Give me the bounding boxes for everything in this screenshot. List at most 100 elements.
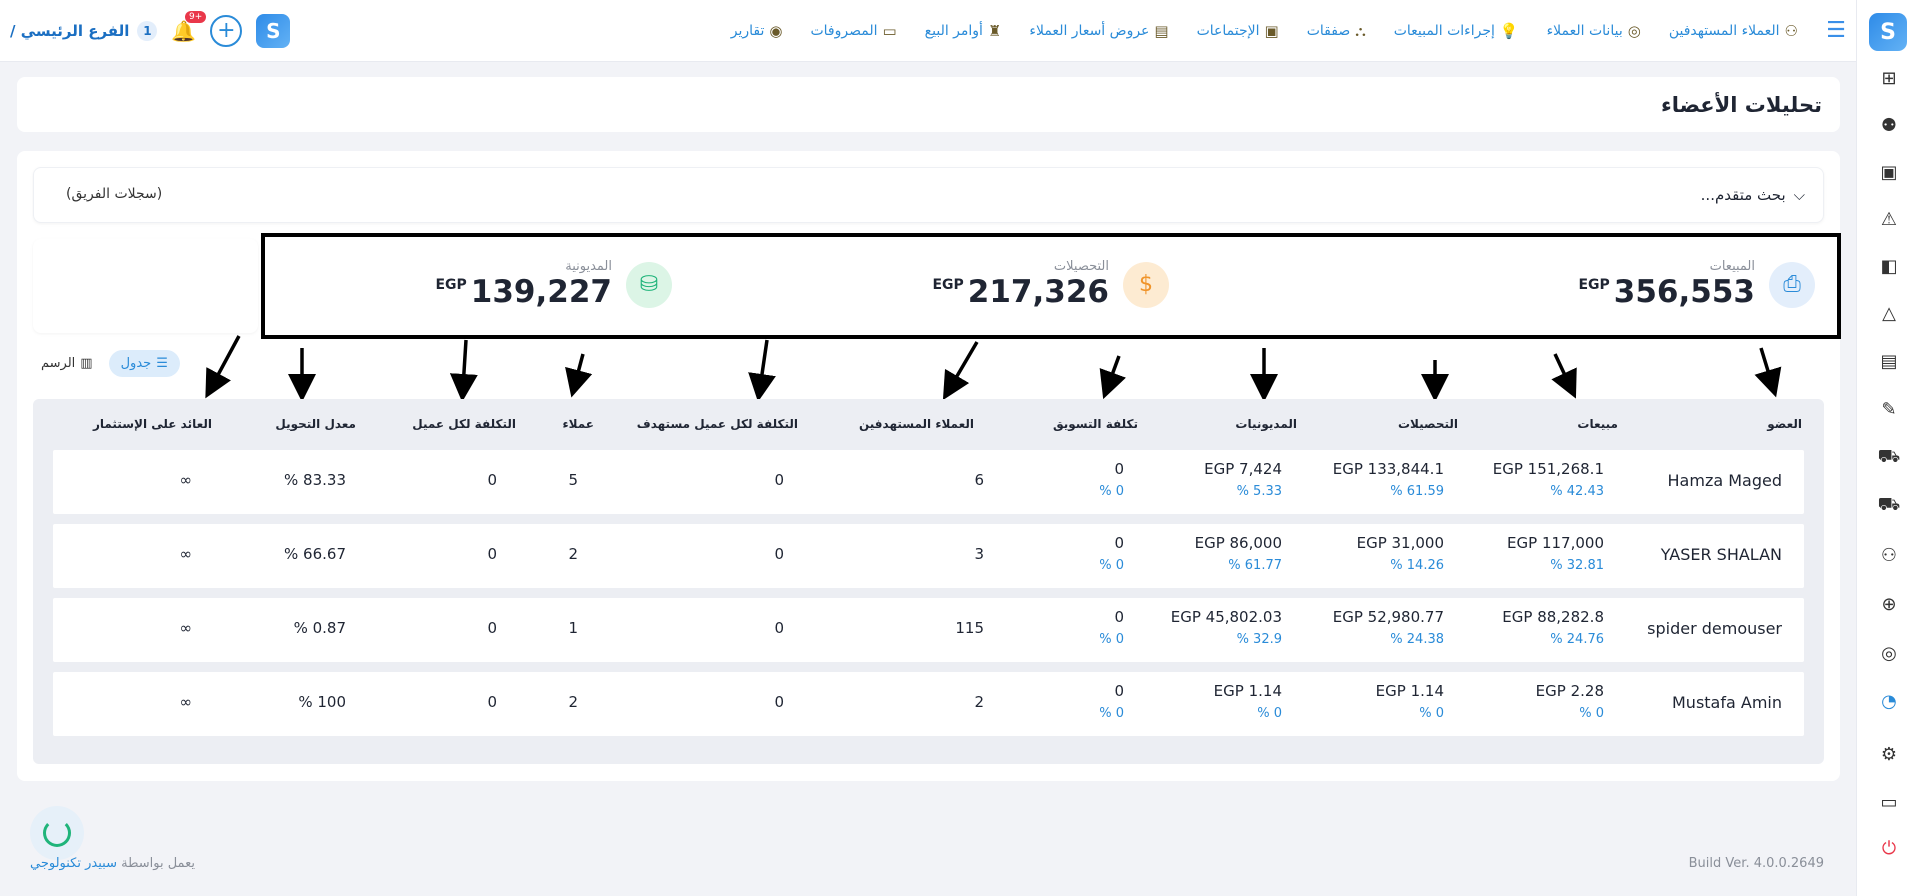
cell-cost-target: 0 bbox=[774, 545, 784, 563]
table-row[interactable]: spider demouser EGP 88,282.8% 24.76 EGP … bbox=[53, 598, 1804, 662]
deals-icon: ⛬ bbox=[1355, 21, 1366, 40]
customer-data-icon: ◎ bbox=[1627, 21, 1641, 40]
cell-cost-target: 0 bbox=[774, 693, 784, 711]
annotation-arrows bbox=[205, 335, 1782, 402]
pen-icon[interactable]: ✎ bbox=[1877, 397, 1901, 421]
arrow-sales bbox=[1551, 353, 1577, 399]
arrow-member bbox=[1754, 347, 1782, 398]
th-cost-per-target: التكلفة لكل عميل مستهدف bbox=[636, 417, 798, 431]
nav-quotes[interactable]: ▤ عروض أسعار العملاء bbox=[1015, 0, 1182, 62]
stat-debts-value-wrap: EGP 139,227 bbox=[435, 274, 612, 310]
advanced-search-toggle[interactable]: ⌵ بحث متقدم... bbox=[1701, 186, 1805, 204]
sidebar-logo[interactable]: S bbox=[1869, 13, 1907, 51]
top-navbar: ☰ ⚇ العملاء المستهدفين ◎ بيانات العملاء 💡 إ… bbox=[0, 0, 1856, 62]
coins-icon[interactable]: ◎ bbox=[1877, 641, 1901, 665]
brand-link[interactable]: سبيدر تكنولوجي bbox=[30, 856, 117, 871]
user-check-icon[interactable]: ⚇ bbox=[1877, 543, 1901, 567]
th-sales: مبيعات bbox=[1577, 417, 1618, 431]
stat-collections: $ التحصيلات EGP 217,326 bbox=[932, 259, 1169, 310]
document-add-icon[interactable]: ⊕ bbox=[1877, 592, 1901, 616]
arrow-customers bbox=[565, 353, 593, 398]
top-left-tools: S + 🔔 +9 1 الفرع الرئيسي / bbox=[10, 0, 291, 62]
delivery-icon[interactable]: ⛟ bbox=[1877, 494, 1901, 518]
powered-prefix: يعمل بواسطة bbox=[121, 856, 195, 871]
notifications-bell-icon[interactable]: 🔔 +9 bbox=[171, 11, 207, 43]
branch-label: الفرع الرئيسي / bbox=[10, 22, 130, 40]
th-debts: المديونيات bbox=[1235, 417, 1297, 431]
menu-icon[interactable]: ☰ bbox=[1816, 0, 1856, 62]
cell-cost-target: 0 bbox=[774, 619, 784, 637]
th-conversion-rate: معدل التحويل bbox=[275, 417, 356, 431]
cell-customers: 2 bbox=[568, 693, 578, 711]
targets-icon: ⚇ bbox=[1784, 21, 1798, 40]
warning-icon[interactable]: ⚠ bbox=[1877, 207, 1901, 231]
cell-customers: 1 bbox=[568, 619, 578, 637]
th-cost-per-customer: التكلفة لكل عميل bbox=[412, 417, 516, 431]
stat-collections-currency: EGP bbox=[932, 277, 964, 293]
cell-conversion: % 83.33 bbox=[284, 471, 346, 489]
sales-chat-icon: ⎙ bbox=[1769, 261, 1815, 308]
nav-sales-actions[interactable]: 💡 إجراءات المبيعات bbox=[1380, 0, 1533, 62]
cell-member: YASER SHALAN bbox=[1660, 545, 1782, 564]
stat-collections-value-wrap: EGP 217,326 bbox=[932, 274, 1109, 310]
cell-conversion: % 0.87 bbox=[293, 619, 346, 637]
stat-sales-value-wrap: EGP 356,553 bbox=[1578, 274, 1755, 310]
cell-targeted: 115 bbox=[955, 619, 984, 637]
cell-member: Hamza Maged bbox=[1667, 471, 1782, 490]
stats-placeholder bbox=[33, 239, 258, 333]
nav-deals[interactable]: ⛬ صفقات bbox=[1293, 0, 1380, 62]
team-icon[interactable]: ⚉ bbox=[1877, 113, 1901, 137]
power-icon[interactable]: ⏻ bbox=[1877, 836, 1901, 860]
stat-collections-text: التحصيلات EGP 217,326 bbox=[932, 259, 1109, 310]
cell-conversion: % 66.67 bbox=[284, 545, 346, 563]
analytics-card: ⌵ بحث متقدم... (سجلات الفريق) ⎙ المبيعات… bbox=[17, 151, 1841, 781]
branch-selector[interactable]: 1 الفرع الرئيسي / bbox=[10, 21, 158, 41]
arrow-targeted bbox=[942, 341, 979, 401]
analytics-icon[interactable]: ◔ bbox=[1877, 689, 1901, 713]
stat-debts-value: 139,227 bbox=[470, 274, 612, 310]
powered-by: يعمل بواسطة سبيدر تكنولوجي bbox=[30, 856, 195, 871]
video-icon[interactable]: ◧ bbox=[1877, 254, 1901, 278]
page-title: تحليلات الأعضاء bbox=[1660, 92, 1822, 117]
main-nav: ⚇ العملاء المستهدفين ◎ بيانات العملاء 💡 إجر… bbox=[717, 0, 1812, 62]
stat-sales-currency: EGP bbox=[1578, 277, 1610, 293]
th-collections: التحصيلات bbox=[1397, 417, 1458, 431]
advanced-search-panel[interactable]: ⌵ بحث متقدم... (سجلات الفريق) bbox=[33, 167, 1824, 223]
screen-icon[interactable]: ▭ bbox=[1877, 790, 1901, 814]
nav-reports[interactable]: ◉ تقارير bbox=[717, 0, 797, 62]
nav-meetings[interactable]: ▣ الإجتماعات bbox=[1183, 0, 1293, 62]
stats-summary: ⎙ المبيعات EGP 356,553 $ التحصيلات EGP 217… bbox=[261, 233, 1841, 339]
settings-gear-icon[interactable]: ⚙ bbox=[1877, 742, 1901, 766]
stat-debts-text: المديونية EGP 139,227 bbox=[435, 259, 612, 310]
table-row[interactable]: Hamza Maged EGP 151,268.1% 42.43 EGP 133… bbox=[53, 450, 1804, 514]
cell-member: spider demouser bbox=[1647, 619, 1782, 638]
collections-hand-icon: $ bbox=[1123, 261, 1169, 308]
team-logs-link[interactable]: (سجلات الفريق) bbox=[66, 186, 162, 202]
nav-targets[interactable]: ⚇ العملاء المستهدفين bbox=[1655, 0, 1812, 62]
th-member: العضو bbox=[1767, 417, 1802, 431]
stat-sales-value: 356,553 bbox=[1613, 274, 1755, 310]
add-button[interactable]: + bbox=[210, 15, 243, 47]
table-row[interactable]: YASER SHALAN EGP 117,000% 32.81 EGP 31,0… bbox=[53, 524, 1804, 588]
loading-spinner-icon bbox=[30, 806, 84, 860]
nav-expenses[interactable]: ▭ المصروفات bbox=[796, 0, 910, 62]
invoice-icon[interactable]: ▤ bbox=[1877, 349, 1901, 373]
add-card-icon[interactable]: ⊞ bbox=[1877, 66, 1901, 90]
app-logo[interactable]: S bbox=[256, 14, 291, 48]
truck-icon[interactable]: ⛟ bbox=[1877, 446, 1901, 470]
chart-mountain-icon[interactable]: △ bbox=[1877, 301, 1901, 325]
quotes-icon: ▤ bbox=[1154, 21, 1169, 40]
stat-sales-text: المبيعات EGP 356,553 bbox=[1578, 259, 1755, 310]
stat-sales-label: المبيعات bbox=[1709, 259, 1755, 274]
sales-actions-icon: 💡 bbox=[1499, 21, 1519, 40]
sales-orders-icon: ♜ bbox=[987, 21, 1002, 40]
cell-cost-target: 0 bbox=[774, 471, 784, 489]
stat-debts: ⛁ المديونية EGP 139,227 bbox=[435, 259, 672, 310]
table-row[interactable]: Mustafa Amin EGP 2.28% 0 EGP 1.14% 0 EGP… bbox=[53, 672, 1804, 736]
nav-customer-data[interactable]: ◎ بيانات العملاء bbox=[1533, 0, 1655, 62]
money-icon[interactable]: ▣ bbox=[1877, 160, 1901, 184]
nav-sales-orders[interactable]: ♜ أوامر البيع bbox=[911, 0, 1016, 62]
cell-cost-customer: 0 bbox=[487, 471, 497, 489]
cell-cost-customer: 0 bbox=[487, 693, 497, 711]
stat-collections-label: التحصيلات bbox=[1053, 259, 1109, 274]
